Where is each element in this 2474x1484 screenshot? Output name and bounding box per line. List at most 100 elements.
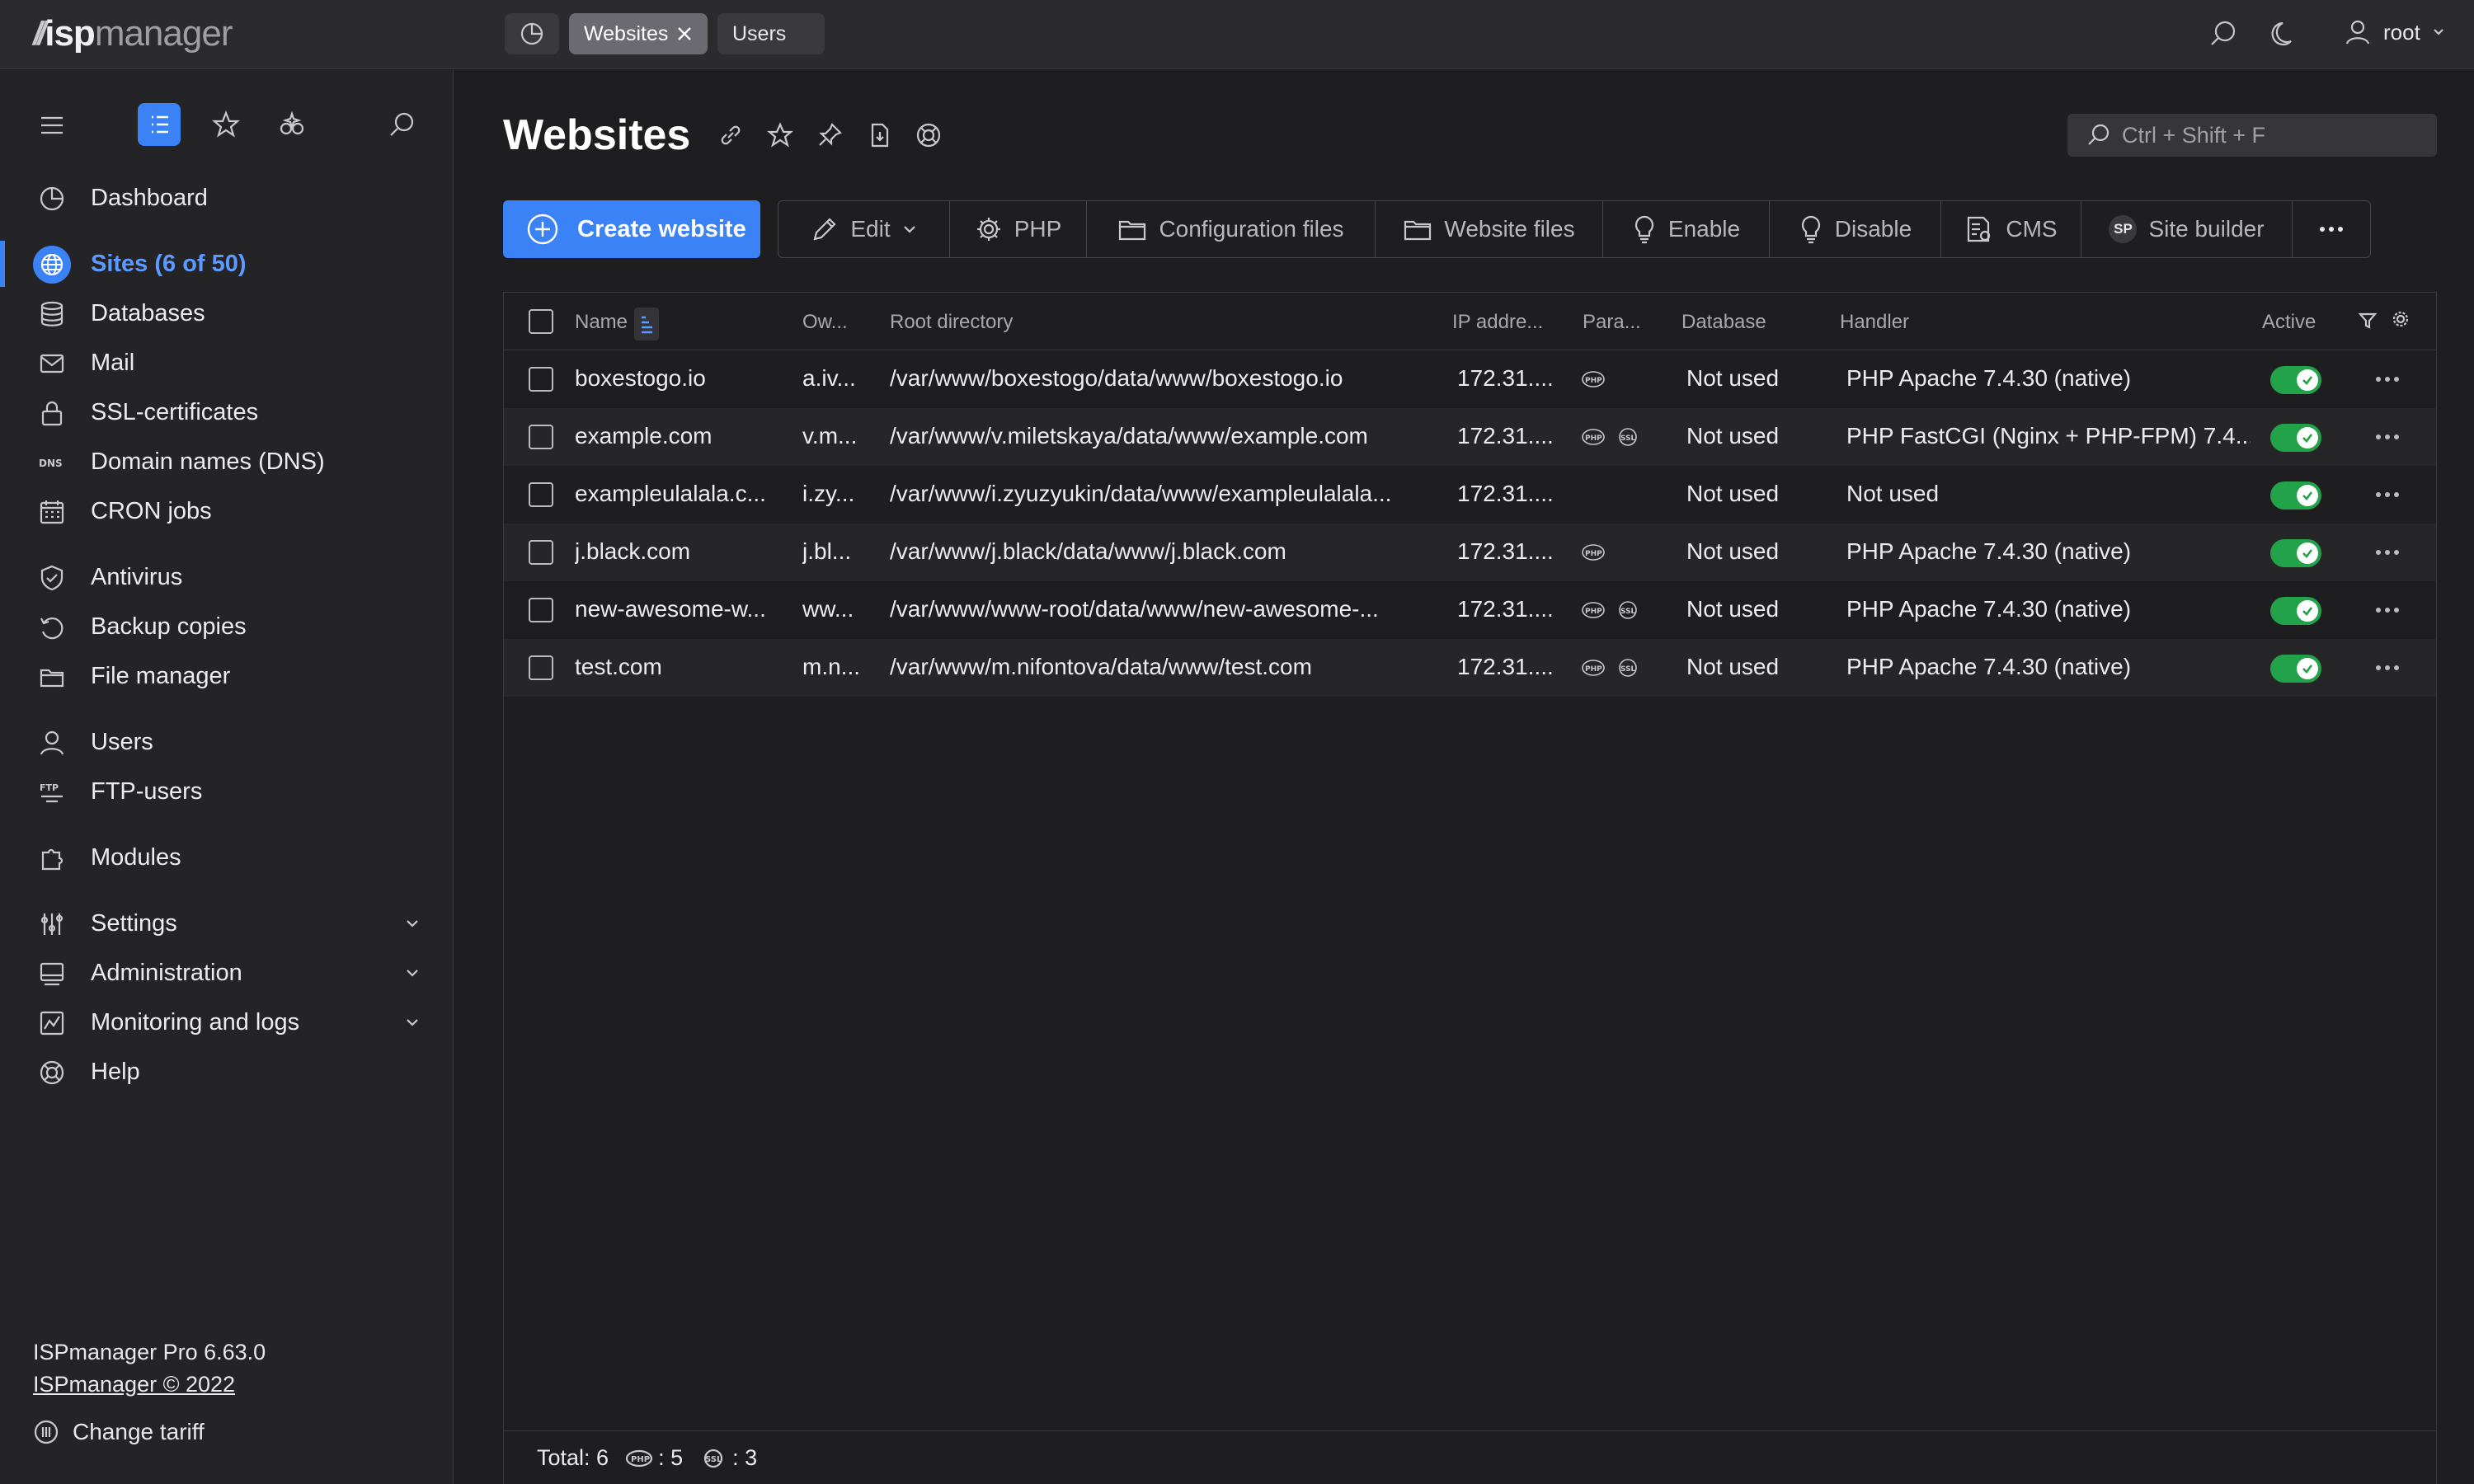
- sidebar-item-backup[interactable]: Backup copies: [0, 603, 454, 650]
- cms-label: CMS: [2006, 216, 2058, 242]
- row-menu-icon[interactable]: [2374, 548, 2401, 556]
- tab-users-label: Users: [732, 21, 787, 45]
- active-toggle[interactable]: [2270, 655, 2321, 683]
- sidebar-item-antivirus[interactable]: Antivirus: [0, 554, 454, 600]
- star-icon[interactable]: [767, 122, 793, 148]
- select-all-checkbox[interactable]: [529, 309, 553, 334]
- tab-websites[interactable]: Websites: [569, 13, 708, 54]
- filter-icon[interactable]: [2358, 311, 2378, 331]
- table-row[interactable]: test.com m.n... /var/www/m.nifontova/dat…: [504, 639, 2436, 697]
- sidebar-item-dns[interactable]: DNS Domain names (DNS): [0, 439, 454, 485]
- php-badge: PHP: [1581, 657, 1606, 679]
- sidebar-item-administration[interactable]: Administration: [0, 950, 454, 996]
- site-name[interactable]: test.com: [575, 654, 781, 680]
- more-actions-button[interactable]: [2293, 201, 2370, 257]
- row-checkbox[interactable]: [529, 367, 553, 392]
- column-name[interactable]: Name: [575, 311, 628, 334]
- table-row[interactable]: boxestogo.io a.iv... /var/www/boxestogo/…: [504, 350, 2436, 408]
- site-root-directory: /var/www/i.zyuzyukin/data/www/exampleula…: [890, 481, 1392, 506]
- search-input[interactable]: [2122, 122, 2435, 148]
- help-icon[interactable]: [915, 122, 942, 148]
- enable-button[interactable]: Enable: [1603, 201, 1770, 257]
- sidebar-item-ftp-users[interactable]: FTP FTP-users: [0, 768, 454, 815]
- row-checkbox[interactable]: [529, 540, 553, 565]
- help-icon: [40, 1060, 64, 1085]
- php-button[interactable]: PHP: [950, 201, 1087, 257]
- sidebar-item-databases[interactable]: Databases: [0, 290, 454, 336]
- site-name[interactable]: example.com: [575, 423, 781, 449]
- backup-icon: [40, 618, 63, 640]
- change-tariff-button[interactable]: Change tariff: [33, 1419, 205, 1445]
- sidebar-item-ssl[interactable]: SSL-certificates: [0, 389, 454, 435]
- copyright-link[interactable]: ISPmanager © 2022: [33, 1372, 266, 1397]
- row-menu-icon[interactable]: [2374, 491, 2401, 499]
- disable-button[interactable]: Disable: [1770, 201, 1941, 257]
- sidebar-item-monitoring[interactable]: Monitoring and logs: [0, 999, 454, 1045]
- sidebar-search-button[interactable]: [381, 103, 424, 146]
- row-menu-icon[interactable]: [2374, 433, 2401, 441]
- sort-icon[interactable]: [634, 308, 659, 340]
- table-row[interactable]: j.black.com j.bl... /var/www/j.black/dat…: [504, 524, 2436, 581]
- column-handler[interactable]: Handler: [1840, 311, 1909, 334]
- page-search[interactable]: [2067, 114, 2437, 157]
- site-name[interactable]: exampleulalala.c...: [575, 481, 781, 507]
- column-active[interactable]: Active: [2262, 311, 2316, 334]
- website-files-button[interactable]: Website files: [1376, 201, 1603, 257]
- active-toggle[interactable]: [2270, 366, 2321, 394]
- tab-users[interactable]: Users: [717, 13, 825, 54]
- website-files-label: Website files: [1444, 216, 1575, 242]
- row-checkbox[interactable]: [529, 598, 553, 622]
- table-row[interactable]: new-awesome-w... ww... /var/www/www-root…: [504, 581, 2436, 639]
- row-menu-icon[interactable]: [2374, 606, 2401, 614]
- row-checkbox[interactable]: [529, 482, 553, 507]
- sidebar-item-dashboard[interactable]: Dashboard: [0, 175, 454, 221]
- export-icon[interactable]: [866, 122, 892, 148]
- recommendations-button[interactable]: [270, 103, 313, 146]
- moon-icon[interactable]: [2269, 18, 2301, 49]
- search-icon[interactable]: [2208, 18, 2240, 49]
- cms-button[interactable]: CMS: [1941, 201, 2081, 257]
- column-root-directory[interactable]: Root directory: [890, 311, 1013, 334]
- sidebar-item-sites[interactable]: Sites (6 of 50): [0, 241, 454, 287]
- configuration-files-button[interactable]: Configuration files: [1087, 201, 1376, 257]
- site-name[interactable]: new-awesome-w...: [575, 596, 781, 622]
- site-builder-button[interactable]: SP Site builder: [2081, 201, 2293, 257]
- link-icon[interactable]: [717, 122, 744, 148]
- active-toggle[interactable]: [2270, 539, 2321, 567]
- favorites-button[interactable]: [205, 103, 247, 146]
- column-owner[interactable]: Ow...: [802, 311, 848, 334]
- sidebar-item-mail[interactable]: Mail: [0, 340, 454, 386]
- active-toggle[interactable]: [2270, 597, 2321, 625]
- active-toggle[interactable]: [2270, 424, 2321, 452]
- row-menu-icon[interactable]: [2374, 664, 2401, 672]
- row-menu-icon[interactable]: [2374, 375, 2401, 383]
- table-row[interactable]: exampleulalala.c... i.zy... /var/www/i.z…: [504, 466, 2436, 524]
- sidebar-item-users[interactable]: Users: [0, 719, 454, 765]
- site-name[interactable]: j.black.com: [575, 538, 781, 565]
- active-toggle[interactable]: [2270, 481, 2321, 510]
- create-website-button[interactable]: Create website: [503, 200, 760, 258]
- pin-icon[interactable]: [816, 122, 843, 148]
- column-parameters[interactable]: Para...: [1583, 311, 1641, 334]
- gear-icon[interactable]: [2391, 309, 2411, 329]
- sidebar-item-settings[interactable]: Settings: [0, 900, 454, 946]
- column-ip-address[interactable]: IP addre...: [1452, 311, 1543, 334]
- logo[interactable]: // isp manager: [33, 13, 233, 54]
- row-checkbox[interactable]: [529, 425, 553, 449]
- user-menu[interactable]: root: [2344, 18, 2445, 46]
- table-row[interactable]: example.com v.m... /var/www/v.miletskaya…: [504, 408, 2436, 466]
- svg-text:PHP: PHP: [1585, 377, 1602, 385]
- edit-button[interactable]: Edit: [778, 201, 950, 257]
- site-name[interactable]: boxestogo.io: [575, 365, 781, 392]
- sidebar-item-file-manager[interactable]: File manager: [0, 653, 454, 699]
- column-database[interactable]: Database: [1681, 311, 1766, 334]
- sidebar-item-cron[interactable]: CRON jobs: [0, 488, 454, 534]
- menu-icon[interactable]: [38, 111, 66, 139]
- dashboard-tab[interactable]: [505, 13, 559, 54]
- sidebar-item-help[interactable]: Help: [0, 1049, 454, 1095]
- list-view-button[interactable]: [138, 103, 181, 146]
- row-checkbox[interactable]: [529, 655, 553, 680]
- ssl-count: SSL : 3: [699, 1445, 757, 1471]
- sidebar-item-modules[interactable]: Modules: [0, 834, 454, 881]
- close-icon[interactable]: [676, 26, 693, 42]
